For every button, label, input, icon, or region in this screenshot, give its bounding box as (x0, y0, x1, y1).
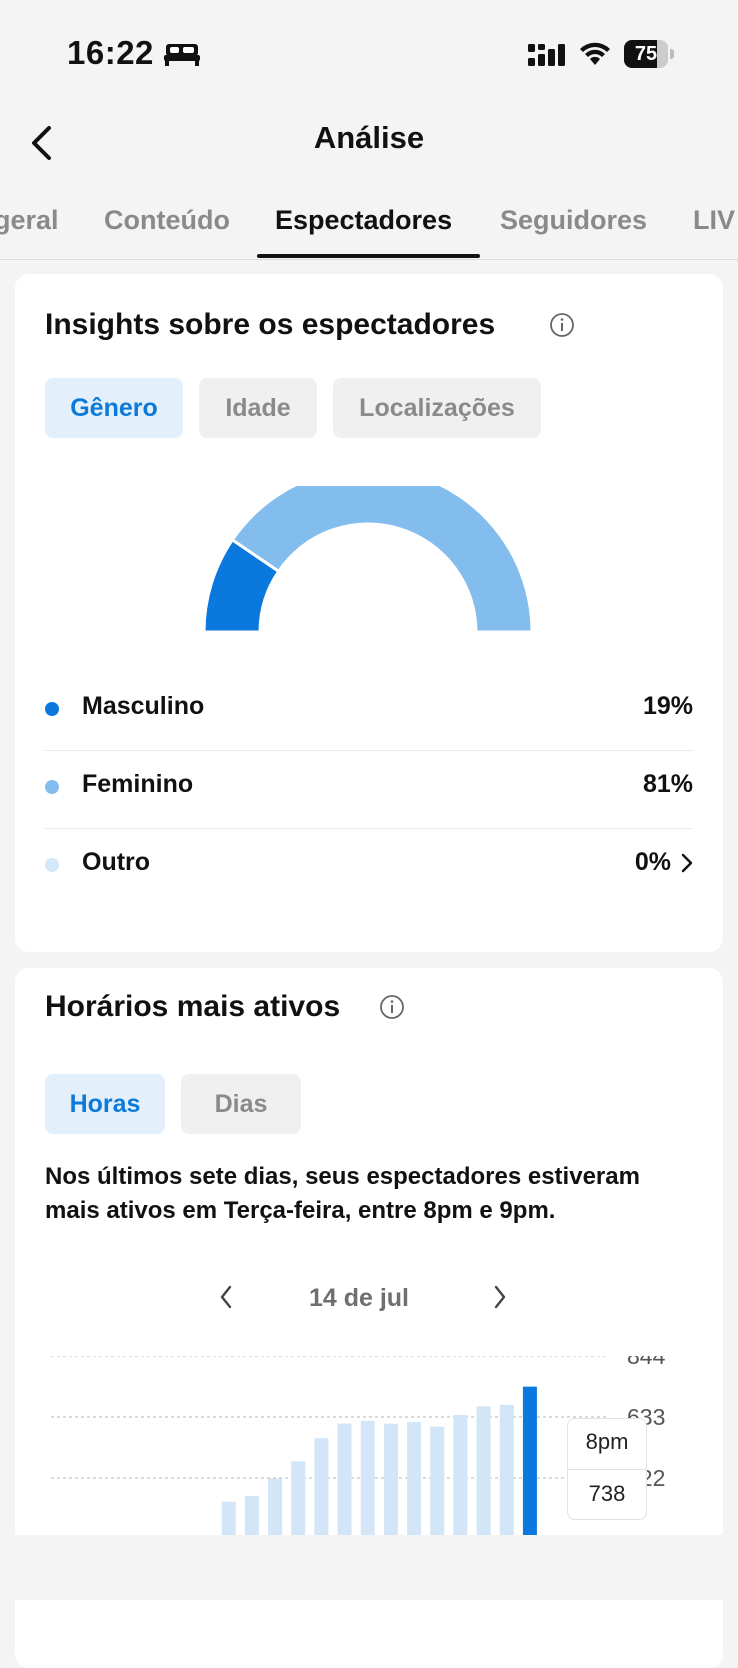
hour-bar-9[interactable] (268, 1478, 283, 1536)
status-time: 16:22 (67, 34, 154, 71)
hour-bar-8[interactable] (244, 1495, 259, 1536)
chip-hours[interactable]: Horas (45, 1074, 165, 1134)
active-times-title: Horários mais ativos (45, 990, 341, 1023)
chevron-right-icon[interactable] (681, 852, 693, 874)
legend-value-other: 0% (634, 848, 671, 876)
legend-row-male: Masculino 19% (45, 672, 693, 751)
chip-gender[interactable]: Gênero (45, 378, 183, 438)
tab-viewers[interactable]: Espectadores (275, 205, 452, 236)
y-tick-label: 844 (627, 1356, 666, 1369)
hour-bar-20[interactable] (522, 1386, 537, 1536)
tooltip-hour: 8pm (585, 1429, 629, 1454)
tab-followers[interactable]: Seguidores (500, 205, 647, 236)
viewer-insights-title: Insights sobre os espectadores (45, 308, 496, 341)
battery-indicator: 75 (624, 40, 676, 68)
legend-value-female: 81% (642, 770, 693, 798)
hour-bar-14[interactable] (383, 1423, 398, 1536)
hour-bar-10[interactable] (291, 1461, 306, 1536)
legend-value-male: 19% (642, 692, 693, 720)
hour-bar-16[interactable] (430, 1426, 445, 1536)
status-bar: 16:22 75 (0, 0, 738, 100)
legend-row-female: Feminino 81% (45, 750, 693, 829)
donut-segment-feminino (230, 486, 534, 632)
gender-half-donut-chart (202, 486, 534, 632)
hour-bar-12[interactable] (337, 1423, 352, 1536)
tab-overview[interactable]: geral (0, 205, 59, 236)
hour-bar-15[interactable] (407, 1422, 422, 1536)
tab-content[interactable]: Conteúdo (104, 205, 230, 236)
chip-days[interactable]: Dias (181, 1074, 301, 1134)
hour-bar-18[interactable] (476, 1406, 491, 1536)
chip-age[interactable]: Idade (199, 378, 317, 438)
selected-date: 14 de jul (308, 1284, 410, 1312)
analytics-tabs: geral Conteúdo Espectadores Seguidores L… (0, 195, 738, 260)
chevron-right-icon[interactable] (493, 1284, 507, 1310)
chart-tooltip: 8pm 738 (567, 1418, 647, 1520)
hour-bar-13[interactable] (360, 1420, 375, 1536)
female-color-dot (45, 780, 59, 794)
active-times-description: Nos últimos sete dias, seus espectadores… (45, 1163, 640, 1224)
legend-label-other: Outro (82, 848, 151, 876)
chevron-left-icon[interactable] (219, 1284, 233, 1310)
legend-label-female: Feminino (82, 770, 194, 798)
other-color-dot (45, 858, 59, 872)
date-navigator: 14 de jul (15, 1280, 723, 1320)
viewer-insights-card: Insights sobre os espectadores Gênero Id… (15, 274, 723, 952)
cellular-signal-icon (528, 44, 565, 66)
info-icon[interactable] (379, 994, 405, 1020)
sleep-mode-icon (164, 44, 200, 66)
page-title: Análise (313, 120, 425, 155)
legend-label-male: Masculino (82, 692, 205, 720)
hour-bar-11[interactable] (314, 1438, 329, 1536)
hour-bar-19[interactable] (499, 1404, 514, 1536)
hour-bar-17[interactable] (453, 1414, 468, 1536)
bottom-background (0, 1535, 738, 1600)
wifi-icon (580, 42, 610, 65)
hour-bar-7[interactable] (221, 1501, 236, 1536)
info-icon[interactable] (549, 312, 575, 338)
battery-percent: 75 (634, 43, 658, 65)
active-tab-indicator (257, 254, 480, 258)
tab-live[interactable]: LIV (693, 205, 735, 236)
legend-row-other[interactable]: Outro 0% (45, 828, 693, 906)
tooltip-value: 738 (588, 1481, 626, 1506)
chip-locations[interactable]: Localizações (333, 378, 541, 438)
male-color-dot (45, 702, 59, 716)
